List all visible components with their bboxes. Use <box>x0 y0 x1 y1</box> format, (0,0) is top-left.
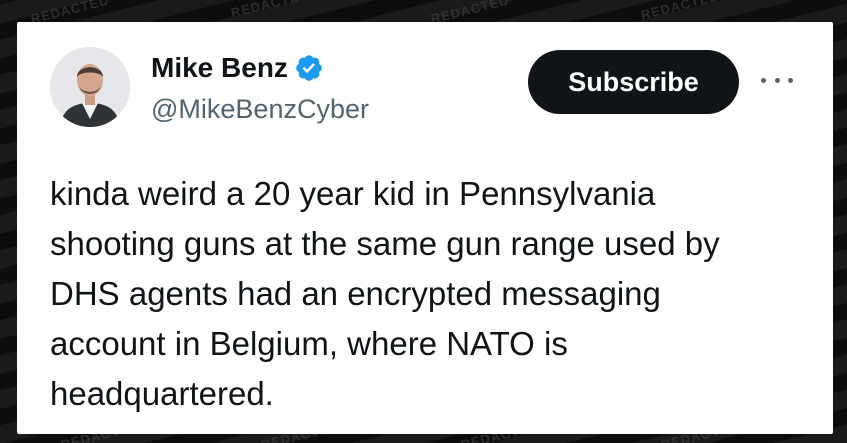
more-options-icon[interactable] <box>761 70 793 90</box>
tweet-line: account in Belgium, where NATO is <box>50 325 568 362</box>
author-row: Mike Benz <box>151 52 324 84</box>
tweet-line: DHS agents had an encrypted messaging <box>50 275 661 312</box>
subscribe-button[interactable]: Subscribe <box>528 50 739 114</box>
watermark-text: REDACTED <box>229 0 311 21</box>
screenshot-frame: REDACTED REDACTED REDACTED REDACTED REDA… <box>0 0 847 443</box>
tweet-line: shooting guns at the same gun range used… <box>50 225 720 262</box>
watermark-text: REDACTED <box>639 0 721 23</box>
tweet-text: kinda weird a 20 year kid in Pennsylvani… <box>50 169 810 419</box>
avatar[interactable] <box>50 47 130 127</box>
author-handle[interactable]: @MikeBenzCyber <box>151 94 369 125</box>
avatar-photo-icon <box>50 47 130 127</box>
author-name[interactable]: Mike Benz <box>151 52 288 84</box>
tweet-line: kinda weird a 20 year kid in Pennsylvani… <box>50 175 656 212</box>
verified-badge-icon <box>294 53 324 83</box>
tweet-line: headquartered. <box>50 375 274 412</box>
tweet-card: Mike Benz @MikeBenzCyber Subscribe kinda… <box>17 22 833 434</box>
